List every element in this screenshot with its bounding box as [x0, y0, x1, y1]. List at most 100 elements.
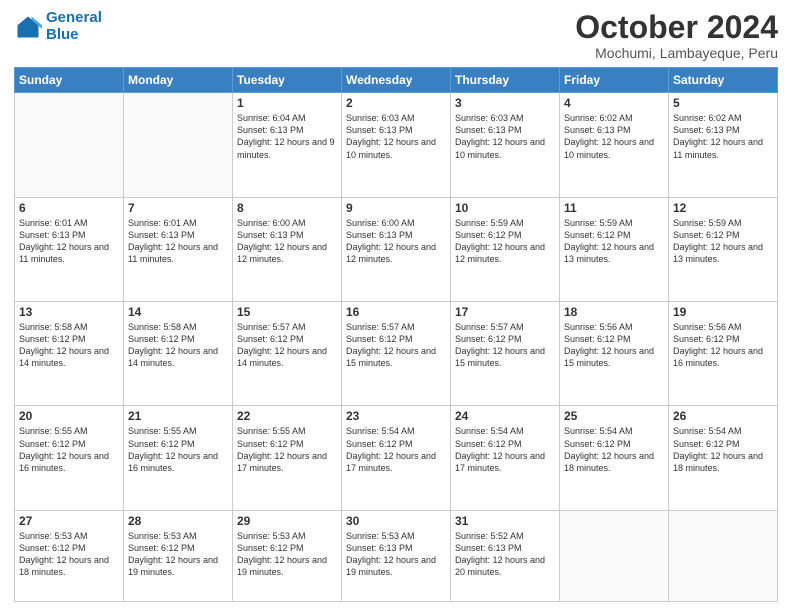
day-number: 13	[19, 305, 119, 319]
day-number: 21	[128, 409, 228, 423]
calendar-cell	[124, 93, 233, 197]
day-info: Sunrise: 5:59 AMSunset: 6:12 PMDaylight:…	[564, 217, 664, 266]
day-number: 25	[564, 409, 664, 423]
calendar-cell: 19Sunrise: 5:56 AMSunset: 6:12 PMDayligh…	[669, 302, 778, 406]
weekday-header-tuesday: Tuesday	[233, 68, 342, 93]
day-info: Sunrise: 5:54 AMSunset: 6:12 PMDaylight:…	[455, 425, 555, 474]
day-number: 15	[237, 305, 337, 319]
weekday-header-friday: Friday	[560, 68, 669, 93]
weekday-header-wednesday: Wednesday	[342, 68, 451, 93]
calendar-cell: 28 Sunrise: 5:53 AMSunset: 6:12 PMDayligh…	[124, 510, 233, 601]
day-info: Sunrise: 6:02 AMSunset: 6:13 PMDaylight:…	[564, 112, 664, 161]
day-info: Sunrise: 5:58 AMSunset: 6:12 PMDaylight:…	[19, 321, 119, 370]
day-number: 5	[673, 96, 773, 110]
day-number: 17	[455, 305, 555, 319]
calendar-week-4: 20 Sunrise: 5:55 AMSunset: 6:12 PMDayligh…	[15, 406, 778, 510]
day-number: 18	[564, 305, 664, 319]
day-number: 31	[455, 514, 555, 528]
day-info: Sunrise: 5:54 AMSunset: 6:12 PMDaylight:…	[673, 425, 773, 474]
calendar-cell: 7 Sunrise: 6:01 AMSunset: 6:13 PMDaylight…	[124, 197, 233, 301]
calendar-cell: 1Sunrise: 6:04 AMSunset: 6:13 PMDaylight…	[233, 93, 342, 197]
calendar-cell	[560, 510, 669, 601]
day-info: Sunrise: 5:53 AMSunset: 6:12 PMDaylight:…	[237, 530, 337, 579]
calendar-cell: 15Sunrise: 5:57 AMSunset: 6:12 PMDayligh…	[233, 302, 342, 406]
day-number: 24	[455, 409, 555, 423]
calendar-cell	[669, 510, 778, 601]
calendar-week-1: 1Sunrise: 6:04 AMSunset: 6:13 PMDaylight…	[15, 93, 778, 197]
day-info: Sunrise: 6:01 AMSunset: 6:13 PMDaylight:…	[128, 217, 228, 266]
day-number: 28	[128, 514, 228, 528]
day-number: 12	[673, 201, 773, 215]
calendar-cell: 23 Sunrise: 5:54 AMSunset: 6:12 PMDayligh…	[342, 406, 451, 510]
calendar-cell: 2 Sunrise: 6:03 AMSunset: 6:13 PMDaylight…	[342, 93, 451, 197]
day-number: 19	[673, 305, 773, 319]
calendar-cell: 11 Sunrise: 5:59 AMSunset: 6:12 PMDayligh…	[560, 197, 669, 301]
calendar-week-5: 27Sunrise: 5:53 AMSunset: 6:12 PMDayligh…	[15, 510, 778, 601]
logo-icon	[14, 13, 42, 41]
day-number: 1	[237, 96, 337, 110]
day-number: 29	[237, 514, 337, 528]
calendar-cell: 10Sunrise: 5:59 AMSunset: 6:12 PMDayligh…	[451, 197, 560, 301]
calendar-cell: 24 Sunrise: 5:54 AMSunset: 6:12 PMDayligh…	[451, 406, 560, 510]
day-number: 8	[237, 201, 337, 215]
day-number: 4	[564, 96, 664, 110]
day-info: Sunrise: 5:54 AMSunset: 6:12 PMDaylight:…	[346, 425, 446, 474]
day-number: 14	[128, 305, 228, 319]
calendar-cell: 3Sunrise: 6:03 AMSunset: 6:13 PMDaylight…	[451, 93, 560, 197]
day-info: Sunrise: 5:54 AMSunset: 6:12 PMDaylight:…	[564, 425, 664, 474]
day-number: 6	[19, 201, 119, 215]
day-number: 22	[237, 409, 337, 423]
location-subtitle: Mochumi, Lambayeque, Peru	[575, 45, 778, 61]
day-number: 11	[564, 201, 664, 215]
calendar-cell: 22Sunrise: 5:55 AMSunset: 6:12 PMDayligh…	[233, 406, 342, 510]
calendar-week-3: 13 Sunrise: 5:58 AMSunset: 6:12 PMDayligh…	[15, 302, 778, 406]
header: General Blue October 2024 Mochumi, Lamba…	[14, 10, 778, 61]
calendar-cell: 31 Sunrise: 5:52 AMSunset: 6:13 PMDayligh…	[451, 510, 560, 601]
logo-text: General Blue	[46, 10, 102, 43]
day-number: 20	[19, 409, 119, 423]
day-number: 26	[673, 409, 773, 423]
month-title: October 2024	[575, 10, 778, 45]
day-number: 7	[128, 201, 228, 215]
logo: General Blue	[14, 10, 102, 43]
calendar-cell: 12Sunrise: 5:59 AMSunset: 6:12 PMDayligh…	[669, 197, 778, 301]
weekday-header-saturday: Saturday	[669, 68, 778, 93]
weekday-header-row: SundayMondayTuesdayWednesdayThursdayFrid…	[15, 68, 778, 93]
calendar-cell: 26 Sunrise: 5:54 AMSunset: 6:12 PMDayligh…	[669, 406, 778, 510]
calendar-cell: 18 Sunrise: 5:56 AMSunset: 6:12 PMDayligh…	[560, 302, 669, 406]
day-info: Sunrise: 6:03 AMSunset: 6:13 PMDaylight:…	[346, 112, 446, 161]
calendar-cell: 4 Sunrise: 6:02 AMSunset: 6:13 PMDaylight…	[560, 93, 669, 197]
day-info: Sunrise: 5:55 AMSunset: 6:12 PMDaylight:…	[19, 425, 119, 474]
calendar-cell	[15, 93, 124, 197]
calendar-week-2: 6 Sunrise: 6:01 AMSunset: 6:13 PMDaylight…	[15, 197, 778, 301]
weekday-header-monday: Monday	[124, 68, 233, 93]
calendar-cell: 17 Sunrise: 5:57 AMSunset: 6:12 PMDayligh…	[451, 302, 560, 406]
day-info: Sunrise: 6:01 AMSunset: 6:13 PMDaylight:…	[19, 217, 119, 266]
calendar-cell: 13 Sunrise: 5:58 AMSunset: 6:12 PMDayligh…	[15, 302, 124, 406]
day-info: Sunrise: 6:03 AMSunset: 6:13 PMDaylight:…	[455, 112, 555, 161]
calendar-cell: 14 Sunrise: 5:58 AMSunset: 6:12 PMDayligh…	[124, 302, 233, 406]
day-info: Sunrise: 5:53 AMSunset: 6:12 PMDaylight:…	[128, 530, 228, 579]
day-info: Sunrise: 5:58 AMSunset: 6:12 PMDaylight:…	[128, 321, 228, 370]
calendar-table: SundayMondayTuesdayWednesdayThursdayFrid…	[14, 67, 778, 602]
day-info: Sunrise: 5:55 AMSunset: 6:12 PMDaylight:…	[128, 425, 228, 474]
calendar-cell: 6 Sunrise: 6:01 AMSunset: 6:13 PMDaylight…	[15, 197, 124, 301]
day-number: 16	[346, 305, 446, 319]
day-info: Sunrise: 6:00 AMSunset: 6:13 PMDaylight:…	[346, 217, 446, 266]
page: General Blue October 2024 Mochumi, Lamba…	[0, 0, 792, 612]
day-info: Sunrise: 5:57 AMSunset: 6:12 PMDaylight:…	[455, 321, 555, 370]
calendar-cell: 25 Sunrise: 5:54 AMSunset: 6:12 PMDayligh…	[560, 406, 669, 510]
calendar-cell: 27Sunrise: 5:53 AMSunset: 6:12 PMDayligh…	[15, 510, 124, 601]
day-number: 2	[346, 96, 446, 110]
day-number: 30	[346, 514, 446, 528]
day-info: Sunrise: 6:02 AMSunset: 6:13 PMDaylight:…	[673, 112, 773, 161]
calendar-cell: 5 Sunrise: 6:02 AMSunset: 6:13 PMDaylight…	[669, 93, 778, 197]
calendar-cell: 29 Sunrise: 5:53 AMSunset: 6:12 PMDayligh…	[233, 510, 342, 601]
day-info: Sunrise: 5:52 AMSunset: 6:13 PMDaylight:…	[455, 530, 555, 579]
day-number: 23	[346, 409, 446, 423]
day-info: Sunrise: 5:59 AMSunset: 6:12 PMDaylight:…	[455, 217, 555, 266]
day-info: Sunrise: 5:57 AMSunset: 6:12 PMDaylight:…	[346, 321, 446, 370]
calendar-cell: 16 Sunrise: 5:57 AMSunset: 6:12 PMDayligh…	[342, 302, 451, 406]
day-info: Sunrise: 5:56 AMSunset: 6:12 PMDaylight:…	[564, 321, 664, 370]
day-info: Sunrise: 5:53 AMSunset: 6:13 PMDaylight:…	[346, 530, 446, 579]
